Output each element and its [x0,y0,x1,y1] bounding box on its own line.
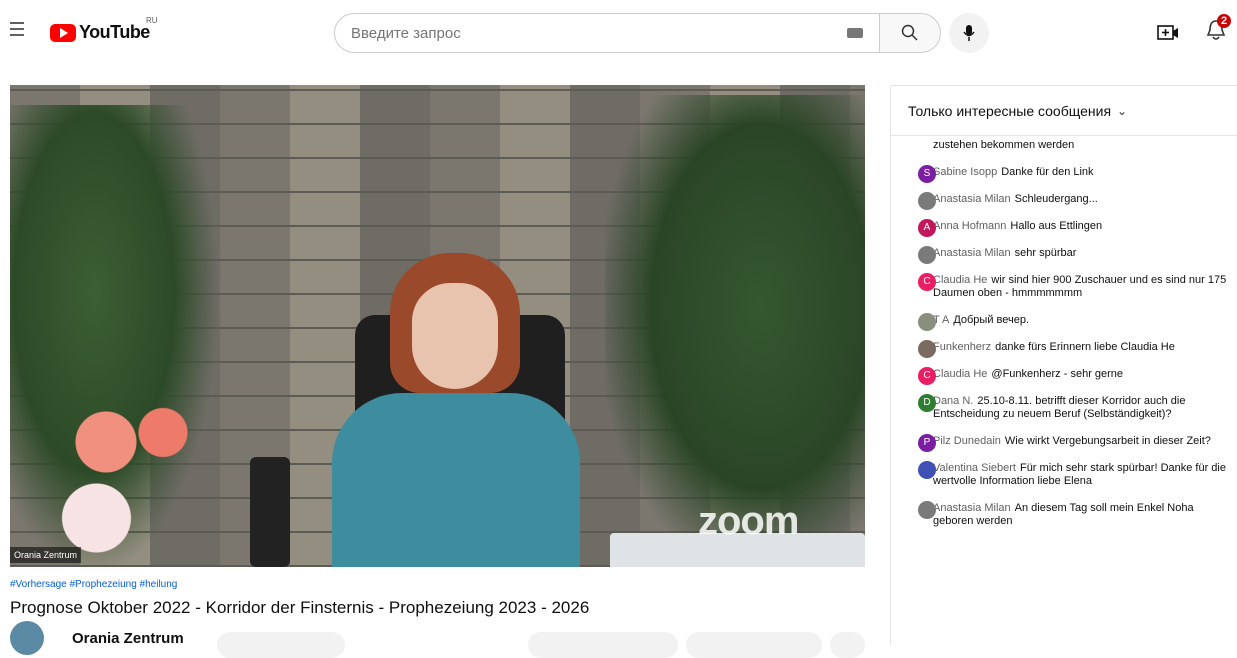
chat-message: Anastasia Milan An diesem Tag soll mein E… [891,499,1237,531]
chat-filter-label: Только интересные сообщения [908,102,1112,119]
chat-message: T A Добрый вечер. [891,311,1237,331]
youtube-play-icon [50,23,76,42]
chat-message: C Claudia He wir sind hier 900 Zuschauer u… [891,271,1237,303]
notifications-button[interactable]: 2 [1205,14,1235,48]
chat-author[interactable]: Anastasia Milan [933,193,1011,205]
chat-message: C Claudia He @Funkenherz - sehr gerne [891,365,1237,385]
chat-filter-menu[interactable]: Только интересные сообщения ⌄ [891,86,1237,136]
chat-text: danke fürs Erinnern liebe Claudia He [995,341,1175,353]
voice-search-button[interactable] [949,13,989,53]
subscribe-button[interactable] [217,632,345,658]
microphone-icon [963,25,975,41]
keyboard-icon[interactable] [847,28,863,38]
chat-messages: zustehen bekommen werden S Sabine Isopp Dan… [891,136,1237,531]
zoom-watermark: zoom [698,499,799,543]
speaker-body [332,393,580,567]
chat-message: Anastasia Milan Schleudergang... [891,190,1237,210]
chat-avatar[interactable] [918,501,936,519]
chevron-down-icon: ⌄ [1117,103,1128,118]
search-input[interactable] [351,14,831,52]
chat-text: Hallo aus Ettlingen [1010,220,1103,232]
search-icon [901,24,918,41]
like-button[interactable] [528,632,678,658]
search-button[interactable] [879,13,941,53]
region-code: RU [146,16,158,25]
chat-author[interactable]: Claudia He [933,274,987,286]
chat-author[interactable]: Pilz Dunedain [933,435,1001,447]
chat-author[interactable]: Funkenherz [933,341,991,353]
chat-text: Danke für den Link [1001,166,1094,178]
share-button[interactable] [686,632,822,658]
channel-row: Orania Zentrum [10,621,184,655]
channel-avatar[interactable] [10,621,44,655]
chat-author[interactable]: Anastasia Milan [933,247,1011,259]
chat-avatar[interactable]: C [918,367,936,385]
chat-author[interactable]: Dana N. [933,395,973,407]
notification-badge: 2 [1217,14,1232,28]
speaker-face [412,283,498,389]
chat-message: P Pilz Dunedain Wie wirkt Vergebungsarbeit… [891,432,1237,452]
chat-avatar[interactable]: D [918,394,936,412]
microphone [250,457,290,567]
chat-text: zustehen bekommen werden [933,139,1075,151]
chat-avatar[interactable]: C [918,273,936,291]
flowers [30,385,220,567]
chat-message: A Anna Hofmann Hallo aus Ettlingen [891,217,1237,237]
chat-message: zustehen bekommen werden [891,136,1237,155]
chat-author[interactable]: Sabine Isopp [933,166,997,178]
chat-text: sehr spürbar [1014,247,1077,259]
live-chat: Только интересные сообщения ⌄ zustehen b… [890,85,1237,645]
youtube-logo[interactable]: YouTube RU [50,16,158,43]
video-player[interactable]: zoom Orania Zentrum [10,85,865,567]
hashtags[interactable]: #Vorhersage #Prophezeiung #heilung [10,579,177,590]
search-box [334,13,879,53]
chat-avatar[interactable]: P [918,434,936,452]
plant-right [605,95,865,565]
logo-text: YouTube [79,22,150,42]
chat-author[interactable]: Claudia He [933,368,987,380]
top-bar: YouTube RU 2 [0,0,1237,66]
video-add-icon [1157,25,1178,40]
chat-text: @Funkenherz - sehr gerne [991,368,1124,380]
chat-author[interactable]: Anna Hofmann [933,220,1006,232]
chat-author[interactable]: Anastasia Milan [933,502,1011,514]
chat-message: Funkenherz danke fürs Erinnern liebe Clau… [891,338,1237,358]
chat-avatar[interactable] [918,340,936,358]
more-button[interactable] [830,632,865,658]
video-owner-overlay: Orania Zentrum [10,547,82,563]
chat-avatar[interactable] [918,313,936,331]
chat-author[interactable]: Valentina Siebert [933,462,1016,474]
chat-avatar[interactable]: A [918,219,936,237]
chat-message: D Dana N. 25.10-8.11. betrifft dieser Korr… [891,392,1237,424]
menu-icon[interactable] [10,22,24,36]
channel-name[interactable]: Orania Zentrum [72,630,184,647]
video-title: Prognose Oktober 2022 - Korridor der Fin… [10,598,590,617]
chat-avatar[interactable] [918,246,936,264]
chat-avatar[interactable] [918,461,936,479]
chat-avatar[interactable]: S [918,165,936,183]
chat-text: Wie wirkt Vergebungsarbeit in dieser Zei… [1004,435,1211,447]
chat-avatar[interactable] [918,192,936,210]
chat-message: Anastasia Milan sehr spürbar [891,244,1237,264]
chat-message: Valentina Siebert Für mich sehr stark spü… [891,459,1237,491]
chat-text: Добрый вечер. [953,314,1030,326]
chat-message: S Sabine Isopp Danke für den Link [891,163,1237,183]
create-button[interactable] [1155,20,1181,46]
chat-text: Schleudergang... [1014,193,1098,205]
